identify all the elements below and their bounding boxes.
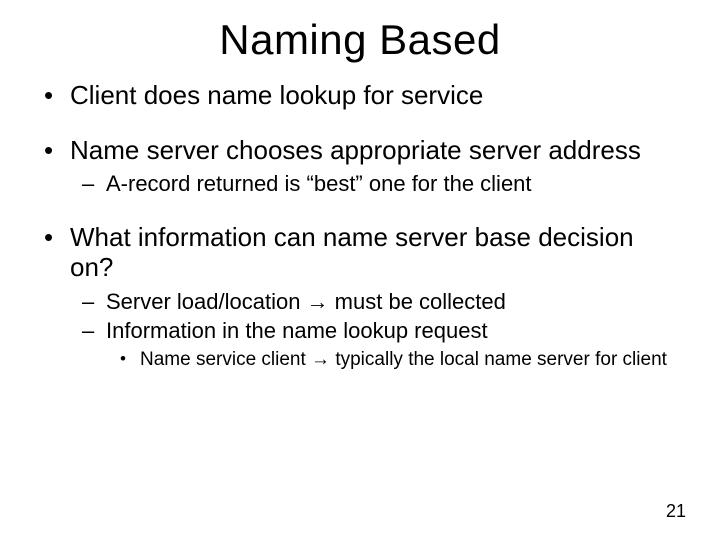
bullet-text: Name service client → typically the loca… <box>140 349 667 370</box>
bullet-text: A-record returned is “best” one for the … <box>106 171 532 196</box>
bullet-text: Information in the name lookup request <box>106 318 488 343</box>
bullet-text: Name server chooses appropriate server a… <box>70 135 641 165</box>
bullet-list-level1: Client does name lookup for service Name… <box>40 80 680 372</box>
bullet-text: What information can name server base de… <box>70 222 634 283</box>
list-item: What information can name server base de… <box>40 222 680 372</box>
list-item: A-record returned is “best” one for the … <box>70 171 680 197</box>
list-item: Name service client → typically the loca… <box>106 349 680 372</box>
bullet-text: Server load/location → must be collected <box>106 289 506 314</box>
slide-title: Naming Based <box>40 16 680 64</box>
list-item: Server load/location → must be collected <box>70 289 680 315</box>
bullet-list-level3: Name service client → typically the loca… <box>106 349 680 372</box>
bullet-text: Client does name lookup for service <box>70 80 483 110</box>
page-number: 21 <box>666 501 686 522</box>
slide: Naming Based Client does name lookup for… <box>0 0 720 540</box>
list-item: Name server chooses appropriate server a… <box>40 135 680 198</box>
bullet-list-level2: Server load/location → must be collected… <box>70 289 680 372</box>
bullet-list-level2: A-record returned is “best” one for the … <box>70 171 680 197</box>
list-item: Client does name lookup for service <box>40 80 680 111</box>
list-item: Information in the name lookup request N… <box>70 318 680 371</box>
